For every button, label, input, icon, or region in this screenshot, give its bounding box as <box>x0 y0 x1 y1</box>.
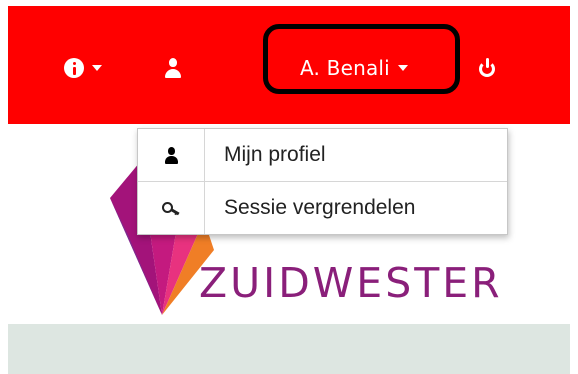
menu-item-label: Sessie vergrendelen <box>224 196 416 219</box>
key-icon <box>162 201 180 216</box>
info-circle-icon <box>64 58 84 78</box>
menu-item-my-profile[interactable]: Mijn profiel <box>138 129 507 181</box>
account-menu-toggle[interactable]: A. Benali <box>300 54 408 82</box>
menu-item-label: Mijn profiel <box>224 143 326 166</box>
user-icon <box>165 58 181 78</box>
account-dropdown-menu: Mijn profiel Sessie vergrendelen <box>137 128 508 235</box>
info-menu-toggle[interactable] <box>64 56 102 80</box>
menu-icon-cell <box>138 129 205 181</box>
page: A. Benali ZUIDWESTER Mijn profiel Sessie… <box>0 0 578 374</box>
logout-button[interactable] <box>478 55 496 81</box>
menu-icon-cell <box>138 182 205 234</box>
user-icon-button[interactable] <box>165 56 181 80</box>
account-name: A. Benali <box>300 56 390 80</box>
logo-wordmark: ZUIDWESTER <box>199 259 503 307</box>
user-icon <box>164 146 178 164</box>
top-navbar: A. Benali <box>8 6 570 124</box>
chevron-down-icon <box>397 65 408 71</box>
content-band <box>8 324 570 374</box>
power-icon <box>478 58 496 78</box>
menu-item-lock-session[interactable]: Sessie vergrendelen <box>138 182 507 234</box>
chevron-down-icon <box>92 65 102 71</box>
